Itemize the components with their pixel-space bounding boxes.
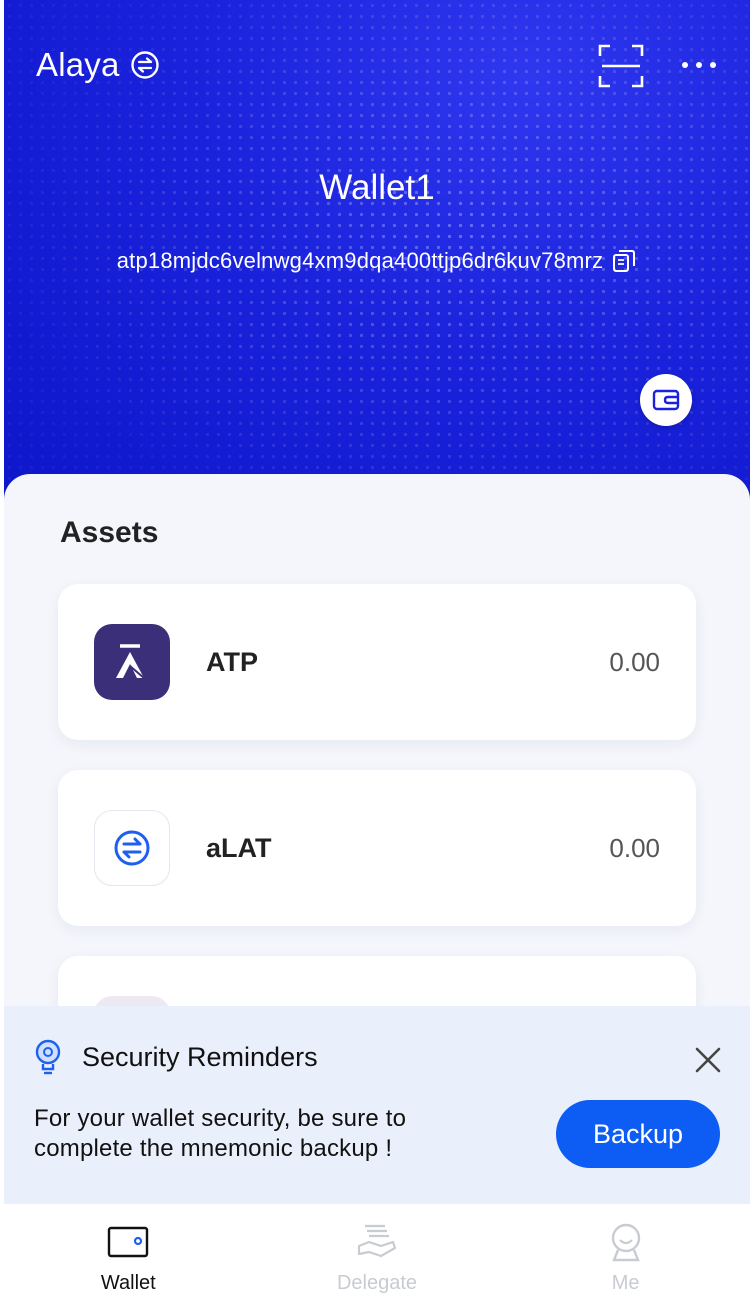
security-reminder-banner: Security Reminders For your wallet secur…: [4, 1006, 750, 1204]
tab-me[interactable]: Me: [501, 1204, 750, 1302]
more-icon[interactable]: [678, 52, 720, 78]
swap-circle-icon: [130, 51, 159, 79]
backup-button[interactable]: Backup: [556, 1100, 720, 1168]
chain-selector[interactable]: Alaya: [36, 46, 160, 84]
wallet-switch-button[interactable]: [640, 374, 692, 426]
profile-icon: [611, 1223, 640, 1262]
wallet-icon: [652, 389, 680, 411]
asset-name: aLAT: [206, 832, 272, 863]
scan-icon[interactable]: [598, 44, 644, 88]
wallet-tab-icon: [108, 1226, 149, 1258]
chain-name: Alaya: [36, 46, 120, 83]
bottom-tab-bar: Wallet Delegate Me: [4, 1204, 750, 1302]
assets-title: Assets: [60, 516, 159, 549]
alat-swap-icon: [94, 810, 170, 886]
wallet-name: Wallet1: [319, 168, 435, 207]
lightbulb-icon: [35, 1039, 61, 1075]
tab-label: Me: [611, 1272, 640, 1294]
reminder-title: Security Reminders: [82, 1042, 318, 1072]
wallet-header: Alaya Wallet1 atp18mjdc6velnwg4xm9dqa400…: [4, 0, 750, 520]
asset-card-atp[interactable]: ATP 0.00: [58, 584, 696, 740]
app-screen: Alaya Wallet1 atp18mjdc6velnwg4xm9dqa400…: [4, 0, 750, 1302]
tab-delegate[interactable]: Delegate: [253, 1204, 502, 1302]
wallet-address-row: atp18mjdc6velnwg4xm9dqa400ttjp6dr6kuv78m…: [4, 248, 750, 274]
asset-balance: 0.00: [609, 832, 660, 863]
tab-wallet[interactable]: Wallet: [4, 1204, 253, 1302]
reminder-message: For your wallet security, be sure to com…: [34, 1105, 407, 1162]
atp-logo-icon: [94, 624, 170, 700]
wallet-address: atp18mjdc6velnwg4xm9dqa400ttjp6dr6kuv78m…: [116, 248, 604, 273]
asset-card-alat[interactable]: aLAT 0.00: [58, 770, 696, 926]
tab-label: Wallet: [100, 1272, 156, 1294]
delegate-hand-icon: [357, 1224, 397, 1258]
asset-name: ATP: [206, 646, 258, 677]
copy-icon[interactable]: [611, 248, 637, 274]
tab-label: Delegate: [336, 1272, 418, 1294]
asset-balance: 0.00: [609, 646, 660, 677]
close-icon[interactable]: [692, 1044, 724, 1076]
